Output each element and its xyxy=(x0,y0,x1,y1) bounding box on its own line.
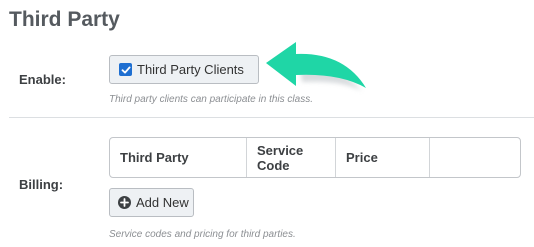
third-party-clients-checkbox[interactable]: Third Party Clients xyxy=(109,55,259,84)
checkbox-label: Third Party Clients xyxy=(137,62,244,77)
billing-label: Billing: xyxy=(19,177,64,192)
plus-circle-icon xyxy=(118,196,131,209)
section-divider xyxy=(9,117,534,118)
section-title: Third Party xyxy=(9,8,120,31)
arrow-left-icon xyxy=(262,36,382,98)
checkbox-checked-icon[interactable] xyxy=(119,63,132,76)
billing-table-header: Third Party Service Code Price xyxy=(109,137,521,178)
add-new-label: Add New xyxy=(136,195,189,210)
column-header-actions xyxy=(430,138,520,177)
column-header-third-party: Third Party xyxy=(110,138,247,177)
column-header-price: Price xyxy=(336,138,430,177)
enable-label: Enable: xyxy=(19,72,66,87)
add-new-button[interactable]: Add New xyxy=(109,188,194,217)
billing-help-text: Service codes and pricing for third part… xyxy=(109,229,296,240)
column-header-service-code: Service Code xyxy=(247,138,336,177)
